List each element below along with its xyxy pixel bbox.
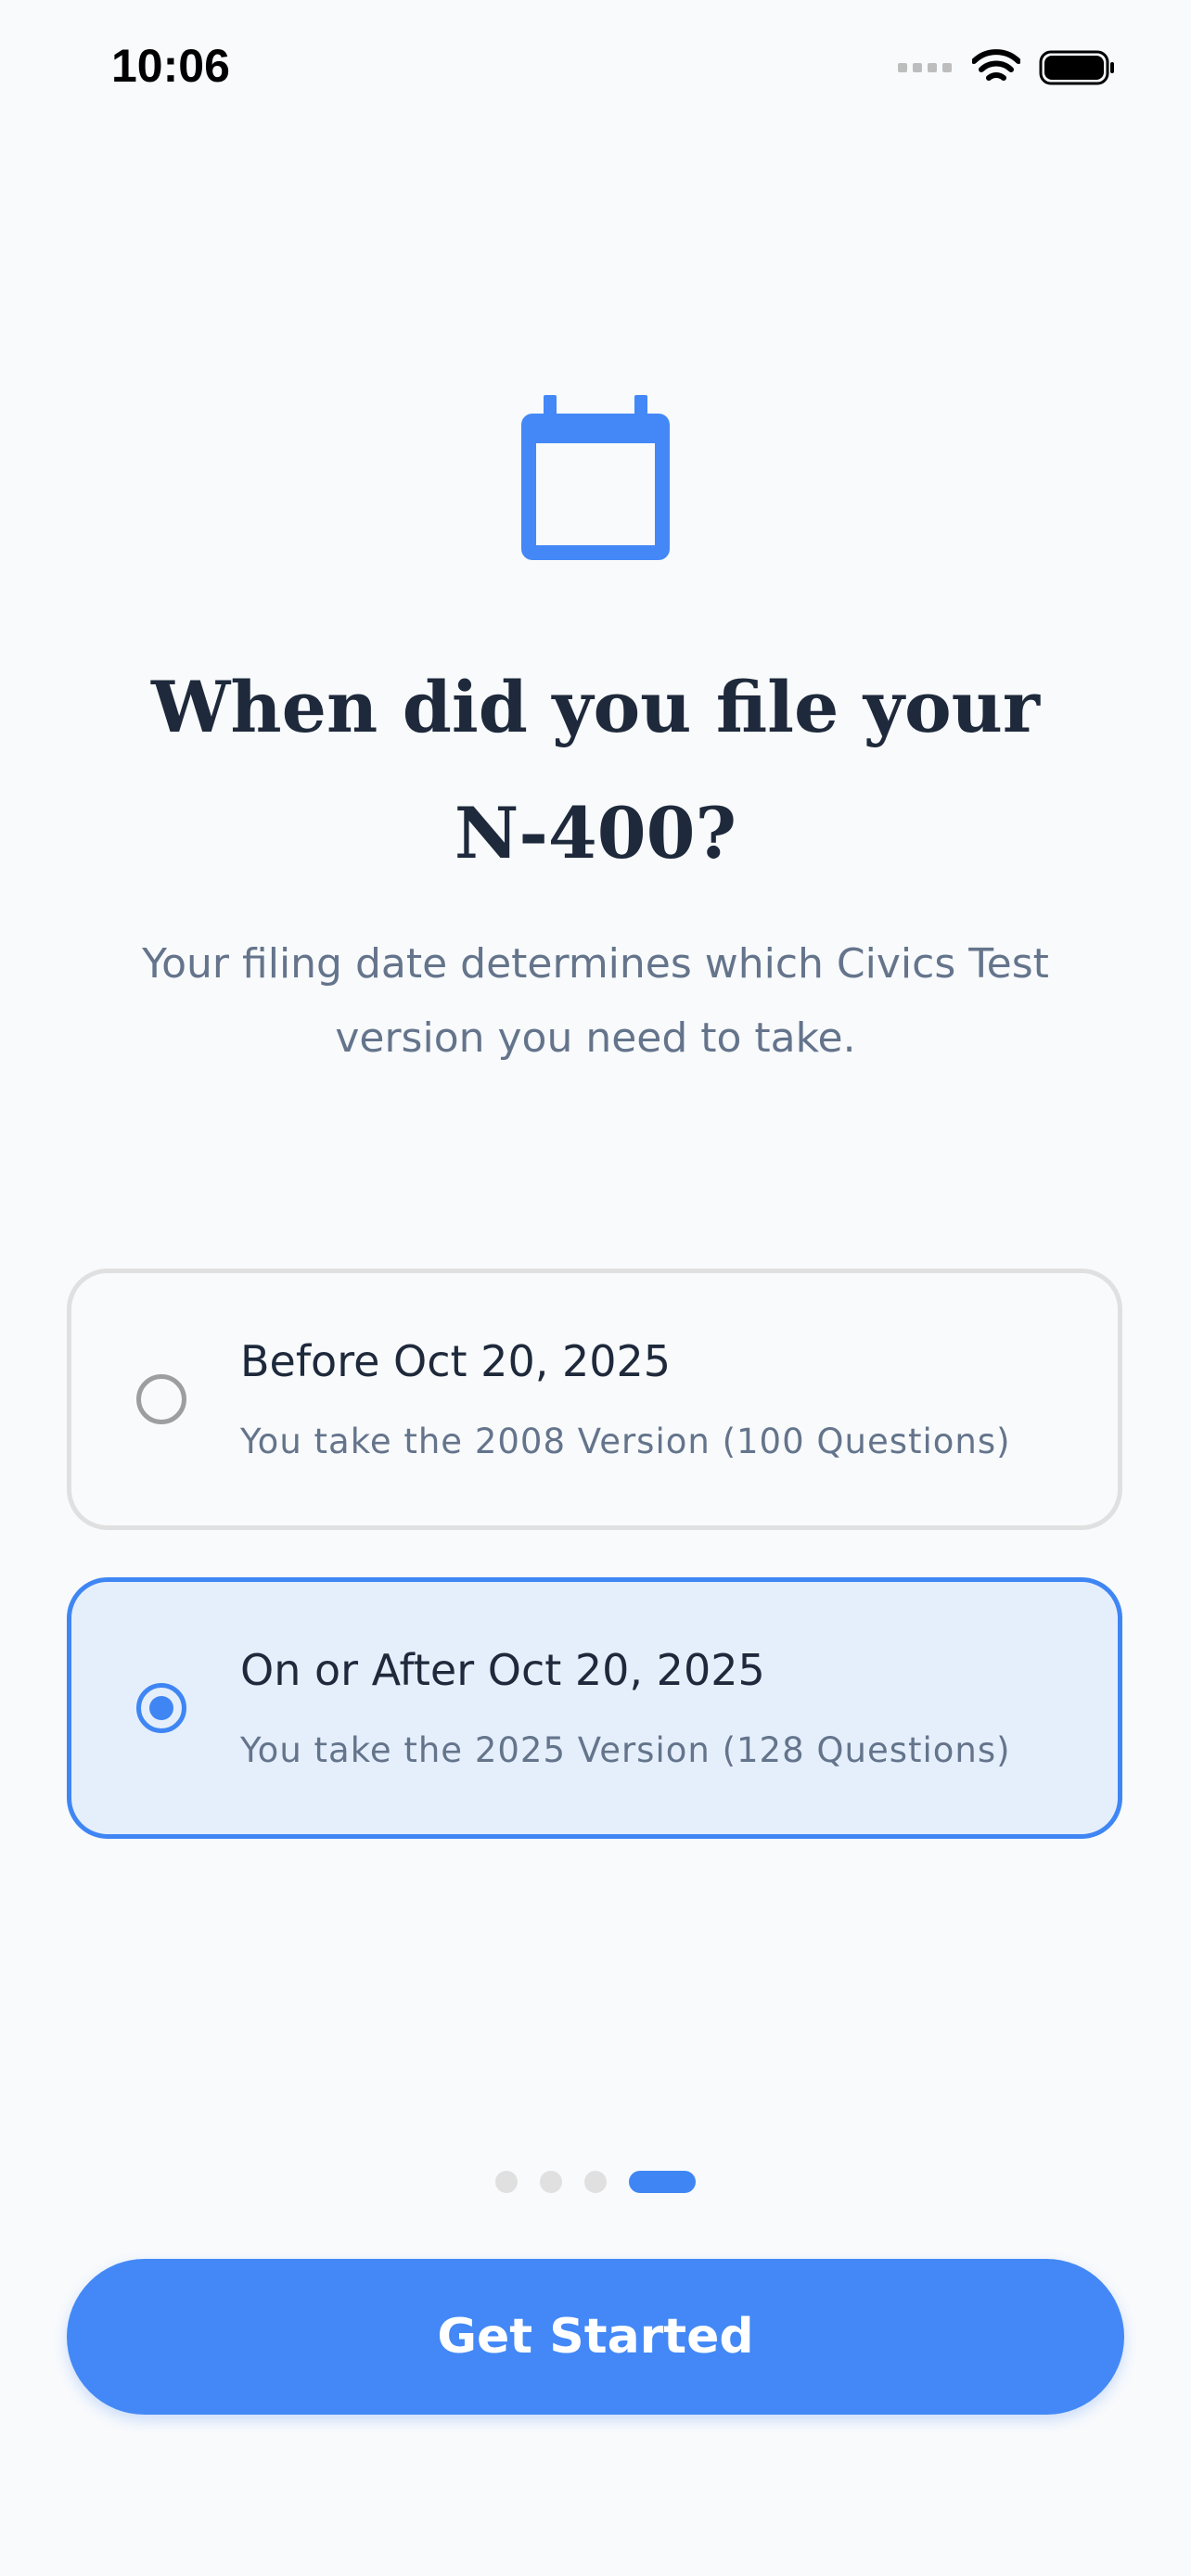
option-title: On or After Oct 20, 2025 xyxy=(240,1645,765,1695)
page-dot xyxy=(495,2171,518,2193)
option-after-date[interactable]: On or After Oct 20, 2025 You take the 20… xyxy=(67,1577,1122,1839)
page-dot-active xyxy=(629,2171,696,2193)
page-dot xyxy=(584,2171,607,2193)
page-dot xyxy=(540,2171,562,2193)
page-title: When did you file your N-400? xyxy=(151,666,1040,874)
page-indicator xyxy=(495,2171,696,2193)
get-started-button[interactable]: Get Started xyxy=(67,2259,1124,2415)
option-subtitle: You take the 2008 Version (100 Questions… xyxy=(240,1422,1011,1461)
calendar-icon xyxy=(521,395,670,560)
cellular-signal-icon xyxy=(898,63,952,72)
option-title: Before Oct 20, 2025 xyxy=(240,1336,672,1386)
option-before-date[interactable]: Before Oct 20, 2025 You take the 2008 Ve… xyxy=(67,1269,1122,1530)
option-subtitle: You take the 2025 Version (128 Questions… xyxy=(240,1730,1011,1770)
page-subtitle: Your filing date determines which Civics… xyxy=(142,940,1049,1062)
status-icons xyxy=(898,46,1115,89)
wifi-icon xyxy=(972,49,1020,81)
status-time: 10:06 xyxy=(111,40,230,92)
radio-button-unselected[interactable] xyxy=(136,1374,186,1424)
battery-icon xyxy=(1039,50,1114,85)
radio-button-selected[interactable] xyxy=(136,1683,186,1733)
